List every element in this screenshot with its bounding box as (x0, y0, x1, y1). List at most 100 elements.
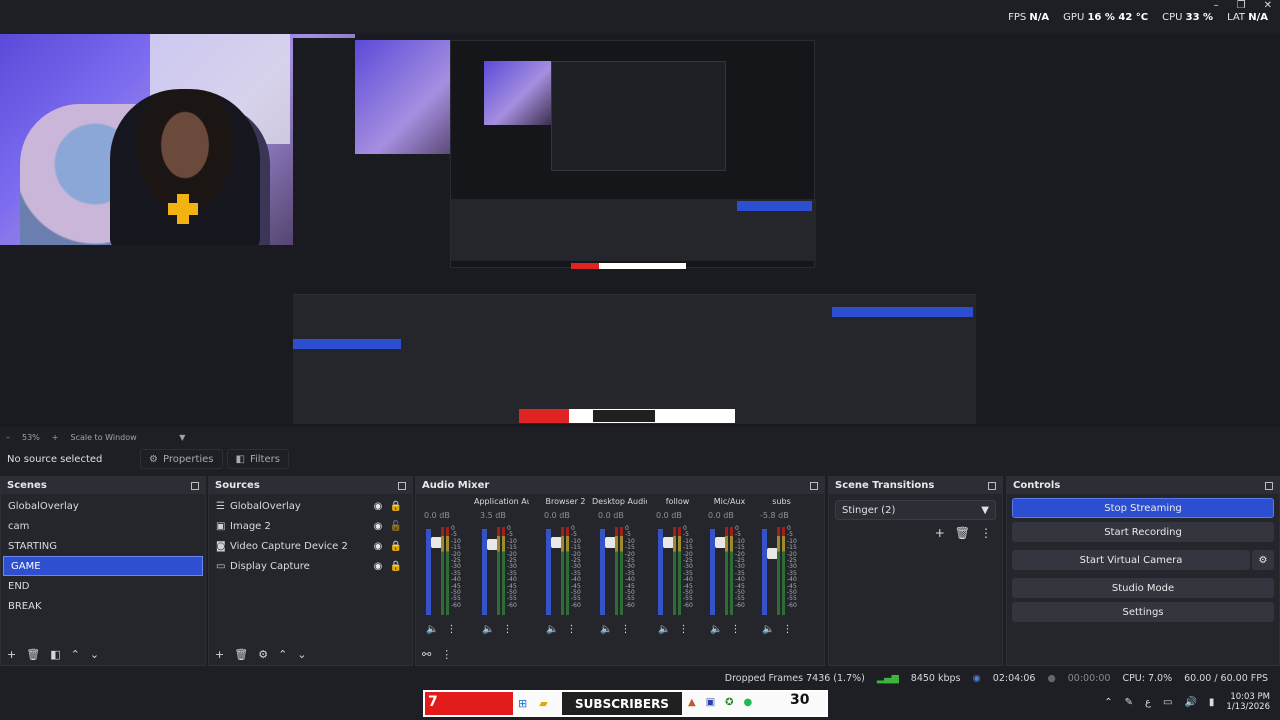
source-item[interactable]: ◙ Video Capture Device 2 ◉ 🔒 (209, 536, 412, 556)
properties-button[interactable]: ⚙ Properties (140, 449, 223, 469)
app-icon[interactable]: ▣ (706, 697, 715, 708)
fps-readout: 60.00 / 60.00 FPS (1184, 672, 1268, 684)
source-item[interactable]: ▭ Display Capture ◉ 🔒 (209, 556, 412, 576)
gear-icon[interactable]: ⚙ (258, 648, 268, 661)
source-item[interactable]: ▣ Image 2 ◉ 🔓 (209, 516, 412, 536)
channel-db: 0.0 dB (598, 511, 624, 520)
move-down-icon[interactable]: ⌄ (90, 648, 99, 661)
language-icon[interactable]: ع (1145, 697, 1151, 708)
scene-item[interactable]: END (1, 576, 205, 596)
move-down-icon[interactable]: ⌄ (297, 648, 306, 661)
stats-bar: FPS N/A GPU 16 % 42 °C CPU 33 % LAT N/A (1008, 12, 1268, 23)
more-icon[interactable]: ⋮ (678, 624, 688, 635)
more-icon[interactable]: ⋮ (730, 624, 740, 635)
clock[interactable]: 10:03 PM 1/13/2026 (1226, 692, 1270, 712)
add-icon[interactable]: + (7, 648, 16, 661)
more-icon[interactable]: ⋮ (620, 624, 630, 635)
image-icon: ▣ (216, 520, 226, 532)
zoom-in-button[interactable]: + (52, 433, 59, 442)
speaker-icon[interactable]: 🔈 (482, 624, 494, 635)
virtual-camera-settings-button[interactable]: ⚙ (1252, 550, 1274, 570)
more-icon[interactable]: ⋮ (446, 624, 456, 635)
app-icon[interactable]: ▲ (688, 697, 696, 708)
spotify-icon[interactable]: ● (744, 697, 753, 708)
transition-select[interactable]: Stinger (2) ▼ (835, 500, 996, 520)
volume-fader[interactable] (426, 529, 442, 615)
network-icon[interactable]: ▭ (1163, 697, 1172, 708)
scene-item[interactable]: cam (1, 516, 205, 536)
dropped-frames: Dropped Frames 7436 (1.7%) (724, 672, 865, 684)
tick-label: -60 (787, 601, 797, 609)
speaker-icon[interactable]: 🔈 (762, 624, 774, 635)
move-up-icon[interactable]: ⌃ (71, 648, 80, 661)
tick-label: -60 (683, 601, 693, 609)
settings-button[interactable]: Settings (1012, 602, 1274, 622)
speaker-icon[interactable]: 🔈 (658, 624, 670, 635)
volume-fader[interactable] (762, 529, 778, 615)
lock-icon[interactable]: 🔒 (387, 561, 405, 572)
start-recording-button[interactable]: Start Recording (1012, 522, 1274, 542)
folder-icon[interactable]: ▰ (539, 697, 547, 710)
add-icon[interactable]: + (215, 648, 224, 661)
scale-mode-select[interactable]: Scale to Window ▼ (70, 433, 185, 442)
scene-item[interactable]: BREAK (1, 596, 205, 616)
zoom-out-button[interactable]: – (6, 433, 10, 442)
volume-fader[interactable] (482, 529, 498, 615)
popout-icon[interactable] (810, 481, 818, 490)
scene-item-selected[interactable]: GAME (3, 556, 203, 576)
more-icon[interactable]: ⋮ (980, 526, 992, 540)
stream-time: 02:04:06 (992, 672, 1036, 684)
speaker-icon[interactable]: 🔈 (600, 624, 612, 635)
pen-icon[interactable]: ✎ (1125, 697, 1133, 708)
studio-mode-button[interactable]: Studio Mode (1012, 578, 1274, 598)
scene-item[interactable]: STARTING (1, 536, 205, 556)
scene-item[interactable]: GlobalOverlay (1, 496, 205, 516)
speaker-icon[interactable]: 🔈 (426, 624, 438, 635)
battery-icon[interactable]: ▮ (1209, 697, 1215, 708)
level-meter (725, 527, 728, 615)
eye-icon[interactable]: ◉ (369, 501, 387, 512)
filter-icon[interactable]: ◧ (50, 648, 60, 661)
trash-icon[interactable]: 🗑 (26, 648, 40, 661)
more-icon[interactable]: ⋮ (782, 624, 792, 635)
windows-icon[interactable]: ⊞ (518, 697, 527, 710)
volume-icon[interactable]: 🔊 (1184, 697, 1196, 708)
eye-icon[interactable]: ◉ (369, 521, 387, 532)
add-icon[interactable]: + (935, 526, 945, 540)
speaker-icon[interactable]: 🔈 (546, 624, 558, 635)
start-virtual-camera-button[interactable]: Start Virtual Camera (1012, 550, 1250, 570)
popout-icon[interactable] (988, 481, 996, 490)
popout-icon[interactable] (1265, 481, 1273, 490)
xbox-icon[interactable]: ✪ (725, 697, 733, 708)
eye-icon[interactable]: ◉ (369, 561, 387, 572)
source-item[interactable]: ☰ GlobalOverlay ◉ 🔒 (209, 496, 412, 516)
trash-icon[interactable]: 🗑 (955, 526, 970, 540)
eye-icon[interactable]: ◉ (369, 541, 387, 552)
left-count: 7 (428, 694, 438, 710)
close-button[interactable]: ✕ (1264, 0, 1272, 11)
unlock-icon[interactable]: 🔓 (387, 521, 405, 532)
volume-fader[interactable] (600, 529, 616, 615)
trash-icon[interactable]: 🗑 (234, 648, 248, 661)
speaker-icon[interactable]: 🔈 (710, 624, 722, 635)
chevron-up-icon[interactable]: ⌃ (1104, 697, 1112, 708)
popout-icon[interactable] (398, 481, 406, 490)
move-up-icon[interactable]: ⌃ (278, 648, 287, 661)
lock-icon[interactable]: 🔒 (387, 541, 405, 552)
minimize-button[interactable]: – (1214, 0, 1219, 11)
list-icon: ☰ (216, 500, 225, 512)
link-icon[interactable]: ⚯ (422, 648, 431, 661)
more-icon[interactable]: ⋮ (566, 624, 576, 635)
fps-stat: FPS N/A (1008, 12, 1050, 23)
maximize-button[interactable]: ❐ (1237, 0, 1246, 11)
more-icon[interactable]: ⋮ (502, 624, 512, 635)
volume-fader[interactable] (710, 529, 726, 615)
stop-streaming-button[interactable]: Stop Streaming (1012, 498, 1274, 518)
volume-fader[interactable] (658, 529, 674, 615)
more-icon[interactable]: ⋮ (441, 648, 452, 661)
zoom-value: 53% (22, 432, 40, 442)
filters-button[interactable]: ◧ Filters (226, 449, 289, 469)
volume-fader[interactable] (546, 529, 562, 615)
lock-icon[interactable]: 🔒 (387, 501, 405, 512)
popout-icon[interactable] (191, 481, 199, 490)
